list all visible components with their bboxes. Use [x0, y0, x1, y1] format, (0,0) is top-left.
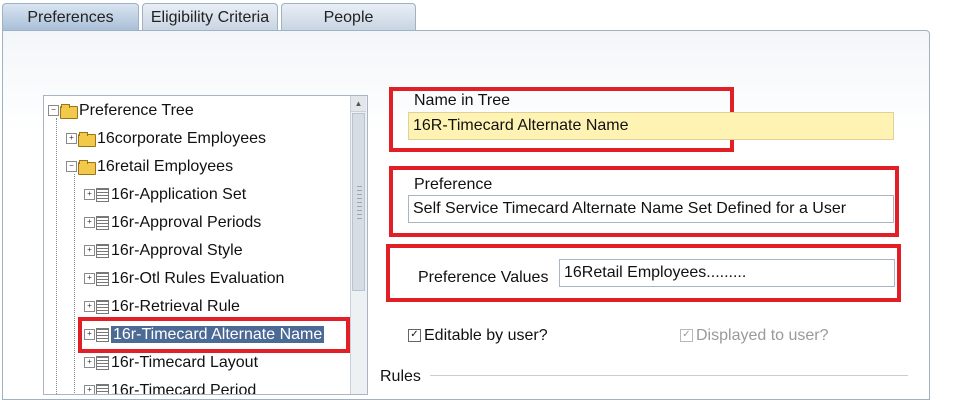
checkbox-checked-icon[interactable]: ✓: [408, 329, 421, 343]
expand-icon[interactable]: +: [84, 273, 95, 285]
tree-scrollbar[interactable]: ▲: [350, 96, 367, 394]
tree-node-label: 16r-Approval Style: [111, 242, 243, 259]
tree-node-label: 16r-Timecard Layout: [111, 354, 259, 371]
preference-icon: [96, 215, 109, 230]
scroll-up-arrow-icon[interactable]: ▲: [351, 96, 366, 112]
expand-icon[interactable]: +: [84, 217, 95, 229]
folder-open-icon: [78, 160, 96, 176]
preference-values-label: Preference Values: [418, 269, 549, 286]
name-in-tree-label: Name in Tree: [414, 92, 511, 109]
editable-by-user-checkbox[interactable]: ✓ Editable by user?: [408, 327, 548, 345]
expand-icon[interactable]: +: [84, 357, 95, 369]
tree-node-label: 16r-Retrieval Rule: [111, 298, 240, 315]
checkbox-checked-icon: ✓: [680, 329, 693, 343]
collapse-icon[interactable]: −: [66, 161, 77, 173]
tree-node-item[interactable]: +16r-Timecard Layout: [84, 351, 258, 375]
tree-node-label: 16r-Timecard Period: [111, 382, 257, 395]
tree-node-label: 16retail Employees: [97, 158, 234, 175]
tree-node-item[interactable]: +16r-Retrieval Rule: [84, 295, 240, 319]
tree-node-item[interactable]: +16r-Otl Rules Evaluation: [84, 267, 284, 291]
tree-node-item[interactable]: +16r-Timecard Period: [84, 379, 257, 395]
grip-icon: [357, 186, 362, 220]
preference-icon: [96, 383, 109, 394]
tree-node-label: Preference Tree: [79, 102, 194, 119]
name-in-tree-field[interactable]: [408, 112, 894, 140]
expand-icon[interactable]: +: [84, 189, 95, 201]
tree-node-label: 16r-Application Set: [111, 186, 247, 203]
checkbox-label: Editable by user?: [424, 327, 548, 344]
tree-node-item[interactable]: +16r-Approval Style: [84, 239, 243, 263]
preference-icon: [96, 187, 109, 202]
tree-node-label: 16r-Approval Periods: [111, 214, 262, 231]
tree-node-group[interactable]: +16corporate Employees: [66, 127, 266, 151]
preference-icon: [96, 299, 109, 314]
expand-icon[interactable]: +: [84, 301, 95, 313]
rules-section-heading: Rules: [380, 368, 421, 385]
preference-icon: [96, 243, 109, 258]
tree-node-group[interactable]: − 16retail Employees: [66, 155, 233, 179]
tab-people[interactable]: People: [281, 3, 416, 30]
checkbox-label: Displayed to user?: [696, 327, 829, 344]
tab-preferences[interactable]: Preferences: [2, 3, 139, 30]
tree-node-item[interactable]: +16r-Approval Periods: [84, 211, 261, 235]
preference-label: Preference: [414, 176, 493, 193]
expand-icon[interactable]: +: [84, 245, 95, 257]
displayed-to-user-checkbox: ✓ Displayed to user?: [680, 327, 829, 345]
collapse-icon[interactable]: −: [48, 105, 59, 117]
highlight-box: [78, 317, 350, 353]
tree-node-root[interactable]: − Preference Tree: [48, 99, 194, 123]
preference-icon: [96, 355, 109, 370]
tab-eligibility-criteria[interactable]: Eligibility Criteria: [142, 3, 278, 30]
tree-node-label: 16corporate Employees: [97, 130, 266, 147]
tree-node-item[interactable]: +16r-Application Set: [84, 183, 246, 207]
tab-bar: Preferences Eligibility Criteria People: [0, 0, 970, 32]
section-divider: [430, 375, 908, 376]
expand-icon[interactable]: +: [66, 133, 77, 145]
preference-icon: [96, 271, 109, 286]
tree-connector: [74, 174, 75, 394]
preference-values-field[interactable]: [559, 259, 895, 287]
tree-node-label: 16r-Otl Rules Evaluation: [111, 270, 285, 287]
scrollbar-thumb[interactable]: [352, 113, 365, 291]
folder-open-icon: [60, 104, 78, 120]
preference-field[interactable]: [408, 195, 894, 223]
tree-connector: [56, 118, 57, 394]
folder-icon: [78, 132, 96, 148]
